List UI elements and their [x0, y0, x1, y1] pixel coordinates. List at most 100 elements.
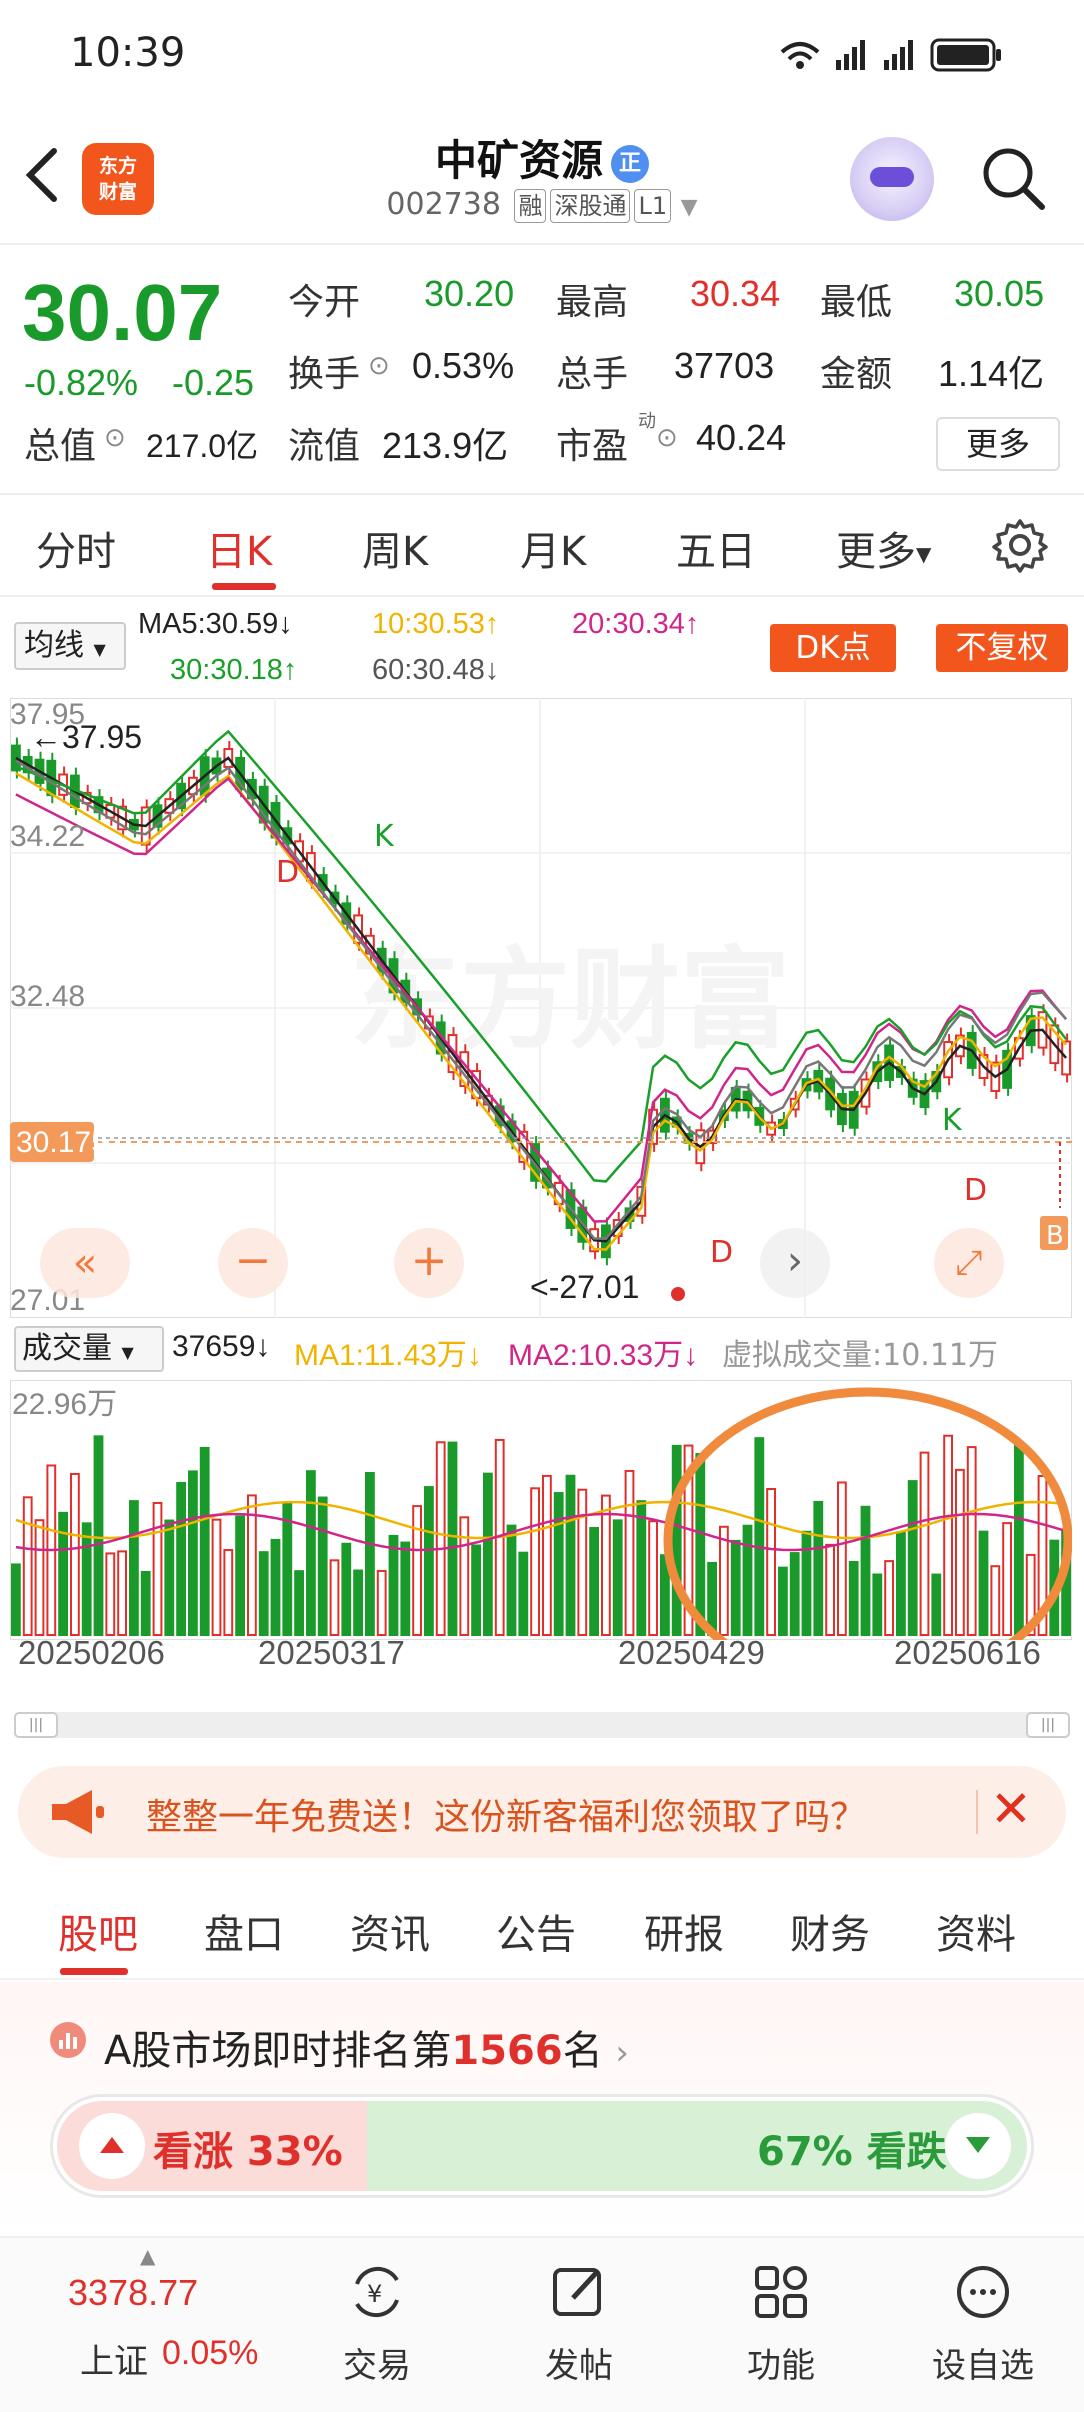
volume-bar — [105, 1552, 116, 1636]
assistant-robot-icon[interactable] — [850, 137, 934, 221]
tab-more[interactable]: 更多▼ — [836, 519, 931, 577]
volume-bar — [648, 1520, 659, 1636]
scroll-handle-right[interactable]: ||| — [1026, 1712, 1070, 1738]
tab-daily-k[interactable]: 日K — [206, 519, 272, 577]
amount-label: 金额 — [820, 354, 893, 395]
nav-functions[interactable]: 功能 — [706, 2238, 856, 2412]
kline-svg: 东方财富 37.95 34.22 32.48 27.01 ←37.95 <-27… — [9, 697, 1073, 1319]
tab-weekly-k[interactable]: 周K — [362, 519, 428, 577]
tab-research[interactable]: 研报 — [644, 1902, 724, 1960]
search-button[interactable] — [980, 145, 1046, 211]
info-icon[interactable]: ⊙ — [368, 351, 390, 381]
tag-connect: 深股通 — [550, 189, 631, 223]
change-amount: -0.25 — [172, 362, 255, 403]
tab-guba[interactable]: 股吧 — [58, 1902, 138, 1960]
ma10-value: 10:30.53↑ — [372, 608, 500, 640]
chevron-right-icon: › — [615, 2033, 630, 2073]
tab-five-day[interactable]: 五日 — [676, 519, 756, 577]
volume-bar — [754, 1437, 765, 1636]
tab-underline — [212, 583, 276, 590]
caret-up-icon: ▲ — [140, 2244, 156, 2268]
y-label-2: 34.22 — [10, 820, 85, 853]
volume-bar — [223, 1549, 234, 1636]
promo-text: 整整一年免费送！这份新客福利您领取了吗？ — [146, 1797, 867, 1838]
nav-functions-label: 功能 — [747, 2346, 815, 2386]
ma20-value: 20:30.34↑ — [572, 608, 700, 640]
high-value: 30.34 — [690, 273, 781, 314]
nav-trade[interactable]: ¥ 交易 — [302, 2238, 452, 2412]
promo-banner[interactable]: 整整一年免费送！这份新客福利您领取了吗？ ✕ — [18, 1766, 1066, 1858]
gear-icon — [992, 519, 1048, 573]
info-icon[interactable]: ⊙ — [656, 423, 678, 453]
status-bar: 10:39 — [0, 0, 1084, 115]
volume-ma1: MA1:11.43万↓ — [294, 1339, 482, 1372]
date-label-4: 20250616 — [894, 1634, 1041, 1671]
volume-bar — [695, 1453, 706, 1636]
volume-bar — [329, 1559, 340, 1636]
scroll-right-button[interactable]: › — [760, 1228, 830, 1298]
volume-bar — [766, 1488, 777, 1637]
volume-bar — [966, 1446, 977, 1636]
tab-profile[interactable]: 资料 — [936, 1902, 1016, 1960]
close-icon[interactable]: ✕ — [990, 1780, 1032, 1838]
chart-scrollbar[interactable]: ||| ||| — [14, 1712, 1070, 1738]
index-change: 0.05% — [162, 2334, 259, 2372]
signal-battery-icon — [780, 38, 1001, 72]
volume-bar — [400, 1541, 411, 1636]
info-tabs: 股吧 盘口 资讯 公告 研报 财务 资料 — [0, 1880, 1084, 1980]
info-icon[interactable]: ⊙ — [104, 423, 126, 453]
tab-news[interactable]: 资讯 — [350, 1902, 430, 1960]
volume-bar — [376, 1569, 387, 1636]
volume-bar — [388, 1534, 399, 1636]
scroll-handle-left[interactable]: ||| — [14, 1712, 58, 1738]
volume-bar — [530, 1487, 541, 1636]
index-name: 上证 — [80, 2342, 148, 2382]
volume-bar — [282, 1502, 293, 1636]
kline-chart[interactable]: 东方财富 37.95 34.22 32.48 27.01 ←37.95 <-27… — [9, 697, 1073, 1319]
signal-K2: K — [942, 1103, 963, 1138]
volume-bar — [837, 1481, 847, 1637]
low-marker: <-27.01 — [530, 1269, 639, 1305]
index-ticker[interactable]: ▲ 3378.77 上证 0.05% — [50, 2238, 270, 2412]
fullscreen-button[interactable]: ⤢ — [934, 1228, 1004, 1298]
dk-point-button[interactable]: DK点 — [770, 624, 896, 672]
volume-bar — [730, 1539, 741, 1636]
volume-bar — [813, 1500, 824, 1636]
volume-bar — [1014, 1441, 1024, 1636]
tab-intraday[interactable]: 分时 — [36, 519, 116, 577]
no-adjust-button[interactable]: 不复权 — [936, 624, 1068, 672]
volume-bar — [601, 1494, 611, 1636]
volume-bar — [931, 1573, 942, 1636]
open-value: 30.20 — [424, 273, 515, 314]
volume-bar — [306, 1470, 316, 1636]
volume-bar — [353, 1569, 364, 1636]
volume-bar — [589, 1527, 600, 1636]
volume-ma2: MA2:10.33万↓ — [508, 1339, 699, 1372]
nav-add-watchlist[interactable]: 设自选 — [908, 2238, 1058, 2412]
ma60-value: 60:30.48↓ — [372, 654, 500, 686]
zoom-out-button[interactable]: − — [218, 1228, 288, 1298]
volume-bar — [140, 1570, 151, 1636]
tab-pankou[interactable]: 盘口 — [204, 1902, 284, 1960]
tab-finance[interactable]: 财务 — [790, 1902, 870, 1960]
signal-K1: K — [374, 819, 395, 854]
volume-label: 总手 — [556, 354, 629, 395]
arrow-down-icon[interactable] — [945, 2113, 1011, 2179]
more-quote-button[interactable]: 更多 — [936, 417, 1060, 471]
volume-bar — [577, 1488, 588, 1636]
ranking-text[interactable]: A股市场即时排名第1566名 › — [104, 2018, 629, 2076]
tab-announcement[interactable]: 公告 — [496, 1902, 576, 1960]
volume-indicator-selector[interactable]: 成交量 ▼ — [14, 1326, 164, 1372]
scroll-left-fast-button[interactable]: « — [40, 1228, 130, 1298]
arrow-up-icon[interactable] — [79, 2113, 145, 2179]
chart-settings-button[interactable] — [992, 517, 1048, 573]
indicator-selector[interactable]: 均线 ▼ — [14, 622, 126, 670]
nav-post[interactable]: 发帖 — [504, 2238, 654, 2412]
volume-bar — [671, 1444, 682, 1636]
zoom-in-button[interactable]: + — [394, 1228, 464, 1298]
volume-value: 37703 — [674, 345, 775, 386]
volume-chart[interactable]: 22.96万 — [9, 1379, 1073, 1693]
open-label: 今开 — [288, 282, 361, 323]
volume-bar — [801, 1530, 812, 1636]
tab-monthly-k[interactable]: 月K — [520, 519, 586, 577]
